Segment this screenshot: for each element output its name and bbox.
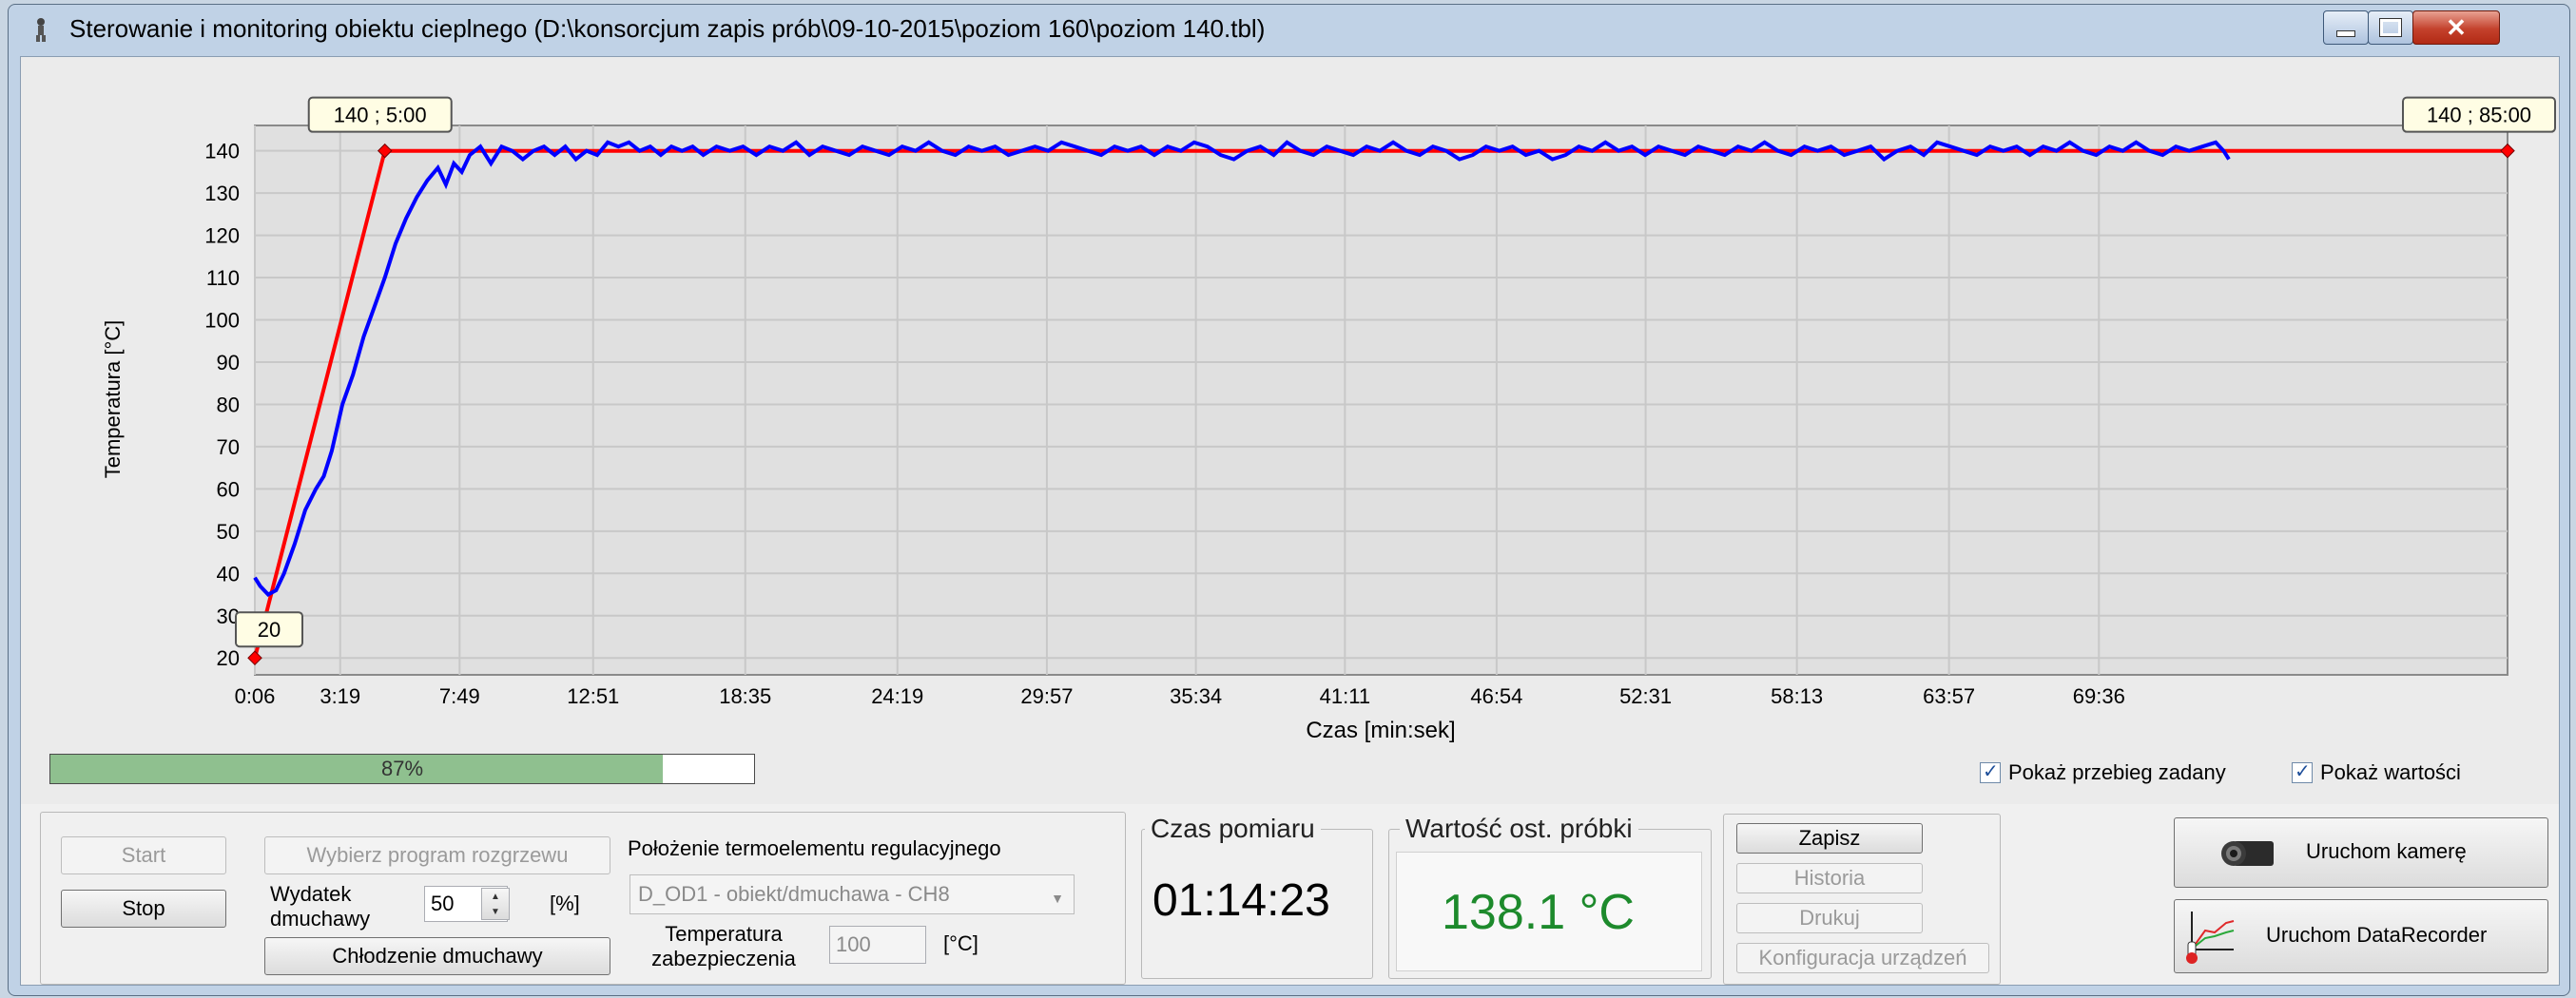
x-tick-label: 46:54 [1470, 684, 1522, 708]
x-tick-label: 69:36 [2073, 684, 2125, 708]
start-button[interactable]: Start [61, 836, 226, 874]
maximize-button[interactable] [2368, 10, 2413, 45]
x-tick-label: 35:34 [1170, 684, 1222, 708]
blower-output-stepper[interactable]: ▲ ▼ [481, 888, 510, 920]
x-tick-label: 29:57 [1020, 684, 1073, 708]
window-title: Sterowanie i monitoring obiektu cieplneg… [69, 14, 1266, 43]
safety-temp-unit: [°C] [943, 931, 978, 955]
last-sample-value: 138.1 °C [1442, 885, 1635, 940]
y-tick-label: 80 [217, 393, 240, 416]
x-tick-label: 0:06 [235, 684, 276, 708]
show-values-label: Pokaż wartości [2320, 760, 2461, 784]
y-tick-label: 140 [204, 140, 240, 163]
thermocouple-label: Położenie termoelementu regulacyjnego [628, 836, 1001, 860]
blower-cooling-button[interactable]: Chłodzenie dmuchawy [264, 937, 610, 975]
launch-camera-button[interactable]: Uruchom kamerę [2174, 817, 2548, 888]
launch-camera-label: Uruchom kamerę [2306, 839, 2467, 863]
annotation-label: 140 ; 5:00 [334, 104, 427, 127]
checkbox-checked-icon [2292, 759, 2313, 783]
app-icon [36, 18, 46, 42]
x-tick-label: 18:35 [719, 684, 771, 708]
progress-label: 87% [380, 757, 424, 780]
y-tick-label: 60 [217, 477, 240, 501]
blower-output-unit: [%] [550, 892, 580, 915]
measurement-time-value: 01:14:23 [1152, 875, 1330, 926]
stepper-down-icon[interactable]: ▼ [482, 904, 509, 919]
x-tick-label: 41:11 [1320, 684, 1370, 708]
minimize-button[interactable] [2323, 10, 2369, 45]
x-tick-label: 52:31 [1619, 684, 1672, 708]
title-bar[interactable]: Sterowanie i monitoring obiektu cieplneg… [9, 5, 2569, 54]
y-axis-label: Temperatura [°C] [101, 320, 125, 479]
checkbox-checked-icon [1980, 759, 2001, 783]
chart-panel: 20 30 40 50 60 70 80 90 100 110 120 130 140 0:06 3:19… [21, 57, 2559, 804]
y-tick-label: 50 [217, 520, 240, 544]
show-values-checkbox[interactable]: Pokaż wartości [2292, 759, 2461, 785]
y-tick-label: 20 [217, 646, 240, 670]
annotation-label: 140 ; 85:00 [2427, 104, 2531, 127]
history-button[interactable]: Historia [1736, 863, 1923, 893]
y-tick-label: 120 [204, 224, 240, 248]
save-button[interactable]: Zapisz [1736, 823, 1923, 854]
maximize-icon [2369, 11, 2412, 44]
datarecorder-icon [2186, 912, 2235, 964]
x-tick-label: 63:57 [1923, 684, 1975, 708]
main-window: Sterowanie i monitoring obiektu cieplneg… [8, 4, 2570, 996]
close-button[interactable]: ✕ [2412, 10, 2500, 45]
print-button[interactable]: Drukuj [1736, 903, 1923, 933]
choose-program-button[interactable]: Wybierz program rozgrzewu [264, 836, 610, 874]
x-tick-label: 24:19 [871, 684, 923, 708]
camera-icon [2221, 841, 2274, 866]
annotation-label: 20 [258, 618, 281, 642]
show-setpoint-label: Pokaż przebieg zadany [2008, 760, 2226, 784]
show-setpoint-checkbox[interactable]: Pokaż przebieg zadany [1980, 759, 2226, 785]
launch-datarecorder-button[interactable]: Uruchom DataRecorder [2174, 899, 2548, 973]
device-config-button[interactable]: Konfiguracja urządzeń [1736, 943, 1989, 973]
x-tick-label: 7:49 [439, 684, 480, 708]
close-icon: ✕ [2446, 12, 2467, 42]
last-sample-title: Wartość ost. próbki [1400, 814, 1638, 844]
thermocouple-select[interactable]: D_OD1 - obiekt/dmuchawa - CH8 ▼ [629, 874, 1075, 914]
chevron-down-icon[interactable]: ▼ [1051, 879, 1064, 917]
y-tick-label: 110 [206, 266, 240, 290]
blower-output-label: Wydatek dmuchawy [270, 882, 371, 931]
x-axis-label: Czas [min:sek] [1306, 718, 1455, 743]
safety-temp-label: Temperatura zabezpieczenia [651, 922, 796, 970]
stepper-up-icon[interactable]: ▲ [482, 889, 509, 904]
safety-temp-input[interactable]: 100 [829, 926, 926, 964]
measurement-time-title: Czas pomiaru [1145, 814, 1321, 844]
x-tick-label: 12:51 [567, 684, 619, 708]
control-panel: Start Stop Wybierz program rozgrzewu Wyd… [21, 804, 2559, 985]
thermocouple-value: D_OD1 - obiekt/dmuchawa - CH8 [638, 882, 950, 906]
x-tick-label: 58:13 [1771, 684, 1823, 708]
temperature-chart: 2030405060708090100110120130140 0:06 3:19… [101, 96, 2556, 743]
minimize-icon [2324, 11, 2368, 44]
y-tick-label: 40 [217, 562, 240, 585]
x-tick-label: 3:19 [320, 684, 360, 708]
y-tick-label: 90 [217, 351, 240, 374]
client-area: 20 30 40 50 60 70 80 90 100 110 120 130 140 0:06 3:19… [20, 56, 2560, 986]
progress-bar: 87% [49, 754, 755, 784]
launch-datarecorder-label: Uruchom DataRecorder [2266, 923, 2488, 947]
y-tick-label: 70 [217, 435, 240, 459]
stop-button[interactable]: Stop [61, 890, 226, 928]
y-tick-label: 100 [204, 309, 240, 333]
y-tick-label: 130 [204, 182, 240, 205]
